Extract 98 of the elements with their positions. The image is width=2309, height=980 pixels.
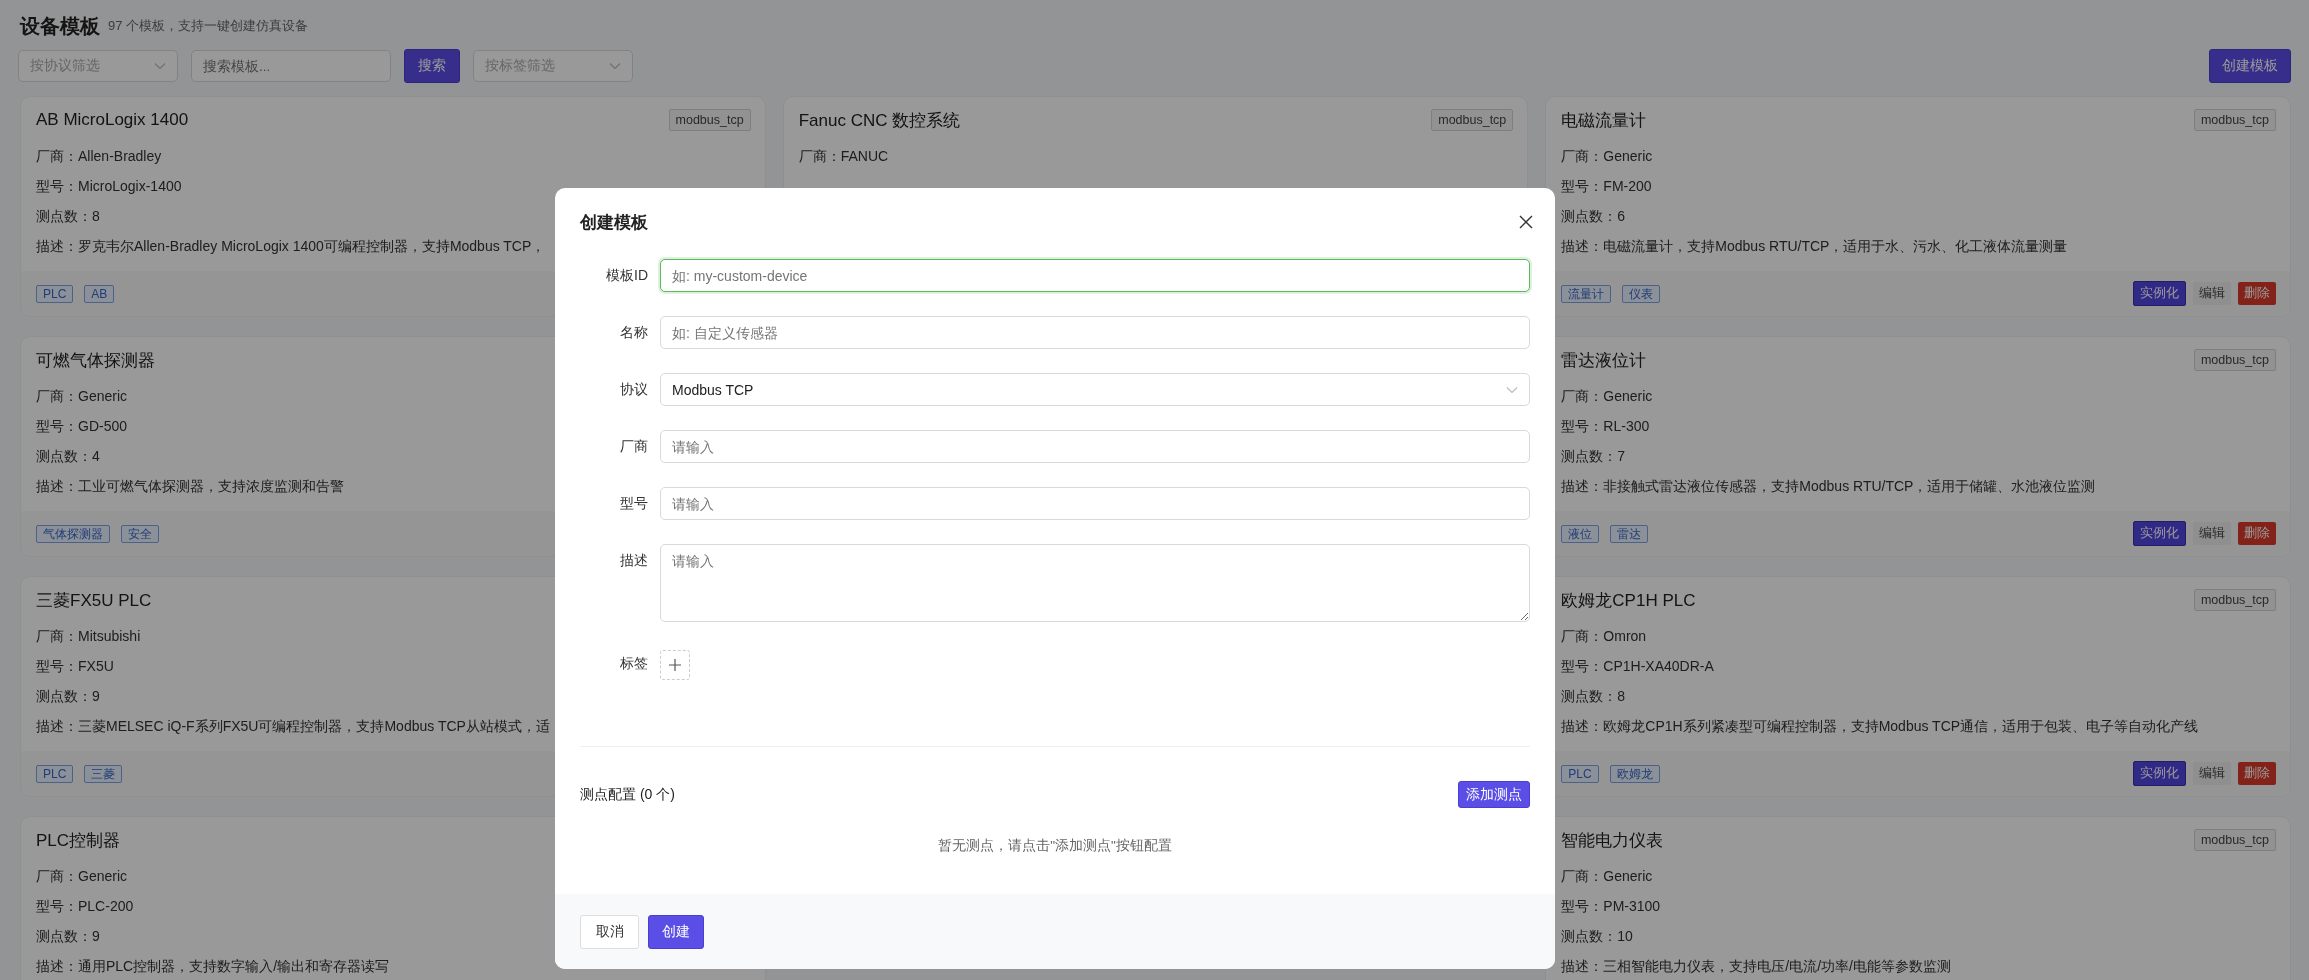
tag: 雷达 bbox=[1610, 524, 1649, 543]
description-text: 描述：三菱MELSEC iQ-F系列FX5U可编程控制器，支持Modbus TCP从站模式，适 bbox=[36, 718, 550, 734]
field-label: 名称 bbox=[619, 323, 648, 342]
edit-button[interactable]: 编辑 bbox=[2193, 522, 2231, 545]
model-text: 型号：RL-300 bbox=[1561, 418, 1650, 434]
delete-button[interactable]: 删除 bbox=[2238, 762, 2276, 785]
protocol-badge: modbus_tcp bbox=[1431, 109, 1514, 131]
model-text: 型号：FM-200 bbox=[1561, 178, 1652, 194]
card-title: PLC控制器 bbox=[36, 829, 121, 852]
tag: PLC bbox=[36, 284, 74, 303]
text-input-field[interactable]: 如: my-custom-device bbox=[660, 259, 1530, 292]
field-label: 协议 bbox=[619, 380, 648, 399]
tag: 液位 bbox=[1561, 524, 1600, 543]
model-text: 型号：GD-500 bbox=[36, 418, 128, 434]
instantiate-button[interactable]: 实例化 bbox=[2133, 761, 2186, 786]
description-text: 描述：电磁流量计，支持Modbus RTU/TCP，适用于水、污水、化工液体流量测量 bbox=[1561, 238, 2068, 254]
cancel-button[interactable]: 取消 bbox=[580, 914, 639, 949]
card-title: AB MicroLogix 1400 bbox=[36, 110, 189, 130]
points-count-text: 测点数：10 bbox=[1561, 928, 1633, 944]
create-template-button[interactable]: 创建模板 bbox=[2209, 49, 2291, 83]
add-tag-button[interactable] bbox=[660, 650, 690, 680]
edit-button[interactable]: 编辑 bbox=[2193, 282, 2231, 305]
vendor-text: 厂商：Generic bbox=[36, 868, 128, 884]
card-title: 电磁流量计 bbox=[1561, 109, 1647, 132]
description-text: 描述：通用PLC控制器，支持数字输入/输出和寄存器读写 bbox=[36, 958, 390, 974]
chevron-icon bbox=[1506, 385, 1518, 394]
text-input-field[interactable]: 如: 自定义传感器 bbox=[660, 316, 1530, 349]
tag: AB bbox=[84, 284, 115, 303]
description-text: 描述：非接触式雷达液位传感器，支持Modbus RTU/TCP，适用于储罐、水池液位监测 bbox=[1561, 478, 2096, 494]
chevron-icon bbox=[154, 62, 166, 70]
tag: 流量计 bbox=[1561, 284, 1612, 303]
points-count-text: 测点数：8 bbox=[1561, 688, 1626, 704]
tag: 三菱 bbox=[84, 764, 123, 783]
card-title: 欧姆龙CP1H PLC bbox=[1561, 589, 1696, 612]
points-count-text: 测点数：7 bbox=[1561, 448, 1626, 464]
points-count-text: 测点数：9 bbox=[36, 688, 100, 704]
card-title: 智能电力仪表 bbox=[1561, 829, 1664, 852]
card-title: Fanuc CNC 数控系统 bbox=[798, 109, 961, 132]
empty-message: 暂无测点，请点击"添加测点"按钮配置 bbox=[938, 838, 1172, 853]
vendor-text: 厂商：Mitsubishi bbox=[36, 628, 141, 644]
model-text: 型号：FX5U bbox=[36, 658, 114, 674]
page-title: 设备模板 bbox=[20, 13, 100, 39]
search-field[interactable]: 搜索模板... bbox=[191, 50, 391, 82]
edit-button[interactable]: 编辑 bbox=[2193, 762, 2231, 785]
text-input-field[interactable]: 请输入 bbox=[660, 487, 1530, 520]
tag: 欧姆龙 bbox=[1609, 764, 1660, 783]
vendor-text: 厂商：FANUC bbox=[798, 148, 889, 164]
instantiate-button[interactable]: 实例化 bbox=[2133, 521, 2186, 546]
card-title: 雷达液位计 bbox=[1561, 349, 1647, 372]
textarea-field[interactable]: 请输入 bbox=[660, 544, 1530, 622]
model-text: 型号：PM-3100 bbox=[1561, 898, 1661, 914]
points-count-text: 测点数：8 bbox=[36, 208, 100, 224]
create-button[interactable]: 创建 bbox=[648, 914, 704, 949]
vendor-text: 厂商：Generic bbox=[1561, 148, 1653, 164]
close-icon bbox=[1519, 215, 1533, 229]
field-label: 型号 bbox=[619, 494, 648, 513]
field-label: 描述 bbox=[619, 551, 648, 570]
vendor-text: 厂商：Allen-Bradley bbox=[36, 148, 162, 164]
card-title: 可燃气体探测器 bbox=[36, 349, 155, 372]
protocol-badge: modbus_tcp bbox=[2193, 589, 2276, 611]
protocol-badge: modbus_tcp bbox=[2193, 109, 2276, 131]
dialog-title: 创建模板 bbox=[580, 211, 648, 234]
tag: PLC bbox=[36, 764, 74, 783]
tag: 气体探测器 bbox=[36, 524, 110, 543]
field-label: 厂商 bbox=[619, 437, 648, 456]
vendor-text: 厂商：Generic bbox=[1561, 388, 1653, 404]
protocol-select[interactable]: Modbus TCP bbox=[660, 373, 1530, 406]
field-label: 标签 bbox=[619, 653, 648, 673]
tag: 仪表 bbox=[1622, 284, 1661, 303]
field-label: 模板ID bbox=[605, 266, 648, 285]
vendor-text: 厂商：Generic bbox=[1561, 868, 1653, 884]
model-text: 型号：CP1H-XA40DR-A bbox=[1561, 658, 1714, 674]
points-section-title: 测点配置 (0 个) bbox=[580, 785, 675, 804]
description-text: 描述：三相智能电力仪表，支持电压/电流/功率/电能等参数监测 bbox=[1561, 958, 1951, 974]
model-text: 型号：PLC-200 bbox=[36, 898, 134, 914]
text-input-field[interactable]: 请输入 bbox=[660, 430, 1530, 463]
description-text: 描述：罗克韦尔Allen-Bradley MicroLogix 1400可编程控制器，支持Modbus TCP， bbox=[36, 238, 546, 254]
search-button[interactable]: 搜索 bbox=[404, 49, 460, 83]
model-text: 型号：MicroLogix-1400 bbox=[36, 178, 182, 194]
add-point-button[interactable]: 添加测点 bbox=[1458, 781, 1530, 808]
protocol-badge: modbus_tcp bbox=[2193, 829, 2276, 851]
card-title: 三菱FX5U PLC bbox=[36, 589, 152, 612]
protocol-badge: modbus_tcp bbox=[668, 109, 751, 131]
description-text: 描述：欧姆龙CP1H系列紧凑型可编程控制器，支持Modbus TCP通信，适用于包装、电子等自动化产线 bbox=[1561, 718, 2199, 734]
points-count-text: 测点数：4 bbox=[36, 448, 100, 464]
tag: 安全 bbox=[121, 524, 159, 543]
vendor-text: 厂商：Omron bbox=[1561, 628, 1647, 644]
delete-button[interactable]: 删除 bbox=[2238, 522, 2276, 545]
vendor-text: 厂商：Generic bbox=[36, 388, 128, 404]
points-count-text: 测点数：9 bbox=[36, 928, 100, 944]
instantiate-button[interactable]: 实例化 bbox=[2133, 281, 2186, 306]
points-count-text: 测点数：6 bbox=[1561, 208, 1626, 224]
delete-button[interactable]: 删除 bbox=[2238, 282, 2276, 305]
tag: PLC bbox=[1561, 764, 1599, 783]
chevron-icon bbox=[609, 62, 621, 70]
plus-icon bbox=[669, 659, 681, 671]
protocol-badge: modbus_tcp bbox=[2193, 349, 2276, 371]
description-text: 描述：工业可燃气体探测器，支持浓度监测和告警 bbox=[36, 478, 344, 494]
